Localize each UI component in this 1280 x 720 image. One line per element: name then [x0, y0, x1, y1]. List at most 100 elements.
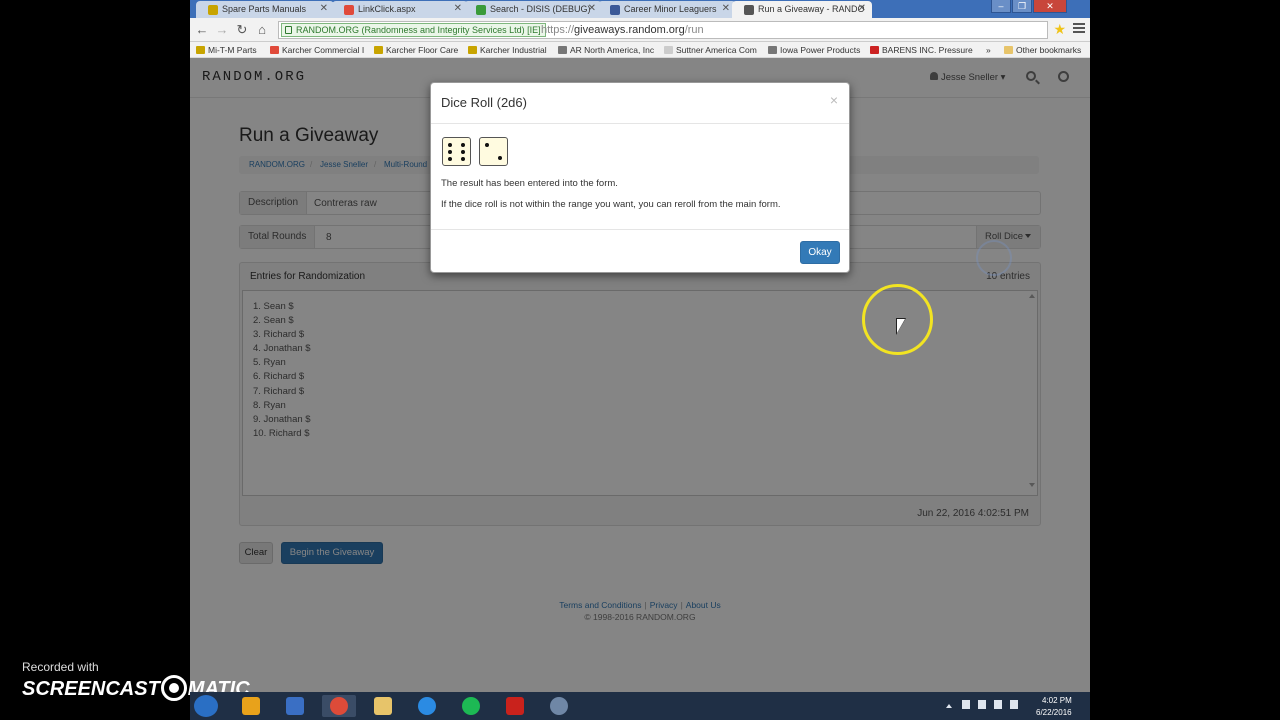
bookmark-favicon-icon [374, 46, 383, 54]
modal-header: Dice Roll (2d6) × [431, 83, 849, 124]
modal-reroll-hint: If the dice roll is not within the range… [441, 199, 781, 210]
tab-run-a-giveaway[interactable]: Run a Giveaway - RANDO ✕ [732, 1, 872, 18]
die-two-icon [479, 137, 508, 166]
browser-toolbar: ← → ↻ ⌂ RANDOM.ORG (Randomness and Integ… [190, 18, 1090, 42]
screencast-icon[interactable] [542, 695, 576, 717]
okay-button[interactable]: Okay [800, 241, 840, 264]
other-bookmarks-folder[interactable]: Other bookmarks [1004, 45, 1081, 55]
internet-explorer-icon[interactable] [410, 695, 444, 717]
tab-spare-parts[interactable]: Spare Parts Manuals ✕ [196, 1, 334, 18]
reload-icon[interactable]: ↻ [234, 22, 250, 38]
app-glyph [550, 697, 568, 715]
volume-icon[interactable] [1010, 700, 1018, 709]
tab-career-minor-leaguers[interactable]: Career Minor Leaguers ✕ [598, 1, 736, 18]
die-pip [448, 150, 452, 154]
screen: Spare Parts Manuals ✕ LinkClick.aspx ✕ S… [0, 0, 1280, 720]
bookmark-favicon-icon [468, 46, 477, 54]
tab-close-icon[interactable]: ✕ [454, 3, 462, 14]
die-pip [448, 143, 452, 147]
die-pip [485, 143, 489, 147]
modal-result-text: The result has been entered into the for… [441, 178, 618, 189]
bookmark-ar-north-america[interactable]: AR North America, Inc [558, 45, 654, 55]
flag-icon[interactable] [978, 700, 986, 709]
tab-linkclick[interactable]: LinkClick.aspx ✕ [332, 1, 468, 18]
tab-disis-search[interactable]: Search - DISIS (DEBUG) ✕ [464, 1, 602, 18]
system-tray: 4:02 PM 6/22/2016 [940, 692, 1090, 720]
tab-close-icon[interactable]: ✕ [588, 3, 596, 14]
tab-strip: Spare Parts Manuals ✕ LinkClick.aspx ✕ S… [190, 0, 1090, 18]
bookmark-favicon-icon [870, 46, 879, 54]
show-hidden-icons-icon[interactable] [946, 704, 952, 708]
bookmark-favicon-icon [558, 46, 567, 54]
bookmark-karcher-commercial[interactable]: Karcher Commercial I [270, 45, 364, 55]
windows-start-icon[interactable] [194, 695, 218, 717]
record-button-icon [160, 674, 187, 701]
minimize-icon[interactable]: – [991, 0, 1011, 13]
outlook-tasks-icon[interactable] [278, 695, 312, 717]
ev-certificate-badge[interactable]: RANDOM.ORG (Randomness and Integrity Ser… [281, 23, 546, 37]
favicon-icon [208, 5, 218, 15]
die-pip [461, 157, 465, 161]
folder-icon [1004, 46, 1013, 54]
monitor-icon[interactable] [994, 700, 1002, 709]
acrobat-icon[interactable] [498, 695, 532, 717]
home-icon[interactable]: ⌂ [254, 22, 270, 38]
close-icon[interactable]: × [830, 92, 838, 108]
favicon-icon [344, 5, 354, 15]
bookmark-favicon-icon [664, 46, 673, 54]
bookmark-favicon-icon [768, 46, 777, 54]
restore-icon[interactable]: ❐ [1012, 0, 1032, 13]
tab-close-icon[interactable]: ✕ [722, 3, 730, 14]
lock-icon [285, 26, 292, 34]
bookmark-iowa-power-products[interactable]: Iowa Power Products [768, 45, 860, 55]
app-glyph [330, 697, 348, 715]
modal-title: Dice Roll (2d6) [441, 95, 527, 110]
app-glyph [374, 697, 392, 715]
file-explorer-icon[interactable] [366, 695, 400, 717]
mouse-cursor-fill [897, 319, 905, 333]
browser-window: Spare Parts Manuals ✕ LinkClick.aspx ✕ S… [190, 0, 1090, 692]
bookmark-karcher-floor-care[interactable]: Karcher Floor Care [374, 45, 458, 55]
favicon-icon [476, 5, 486, 15]
close-window-icon[interactable]: ✕ [1033, 0, 1067, 13]
taskbar: 4:02 PM 6/22/2016 [190, 692, 1090, 720]
dice-roll-modal: Dice Roll (2d6) × The result has been en… [430, 82, 850, 273]
bookmark-suttner-america[interactable]: Suttner America Com [664, 45, 757, 55]
bookmarks-bar: Mi-T-M Parts Karcher Commercial I Karche… [190, 42, 1090, 58]
loading-spinner-icon [976, 240, 1012, 276]
modal-footer-divider [431, 229, 849, 230]
recorded-with-label: Recorded with [22, 660, 99, 674]
web-page: RANDOM.ORG Jesse Sneller ▾ Run a Giveawa… [190, 58, 1090, 692]
forward-icon[interactable]: → [214, 22, 230, 38]
chrome-icon[interactable] [322, 695, 356, 717]
tab-close-icon[interactable]: ✕ [858, 3, 866, 14]
app-glyph [418, 697, 436, 715]
tab-close-icon[interactable]: ✕ [320, 3, 328, 14]
bookmarks-overflow-chevron-icon[interactable]: » [976, 45, 991, 55]
hamburger-menu-icon[interactable] [1073, 22, 1085, 34]
spotify-icon[interactable] [454, 695, 488, 717]
back-icon[interactable]: ← [194, 22, 210, 38]
die-pip [498, 156, 502, 160]
windows-icon[interactable] [962, 700, 970, 709]
outlook-icon[interactable] [234, 695, 268, 717]
bookmark-karcher-industrial[interactable]: Karcher Industrial [468, 45, 547, 55]
die-pip [461, 143, 465, 147]
app-glyph [462, 697, 480, 715]
bookmark-star-icon[interactable]: ★ [1053, 21, 1066, 38]
clock-time[interactable]: 4:02 PM [1042, 696, 1072, 705]
bookmark-barens-inc[interactable]: BARENS INC. Pressure [870, 45, 973, 55]
die-pip [461, 150, 465, 154]
favicon-icon [610, 5, 620, 15]
app-glyph [242, 697, 260, 715]
bookmark-favicon-icon [196, 46, 205, 54]
bookmark-mitm-parts[interactable]: Mi-T-M Parts [196, 45, 257, 55]
clock-date[interactable]: 6/22/2016 [1036, 708, 1072, 717]
url-text: https://giveaways.random.org/run [541, 24, 704, 36]
bookmark-favicon-icon [270, 46, 279, 54]
die-pip [448, 157, 452, 161]
app-glyph [286, 697, 304, 715]
address-bar[interactable]: RANDOM.ORG (Randomness and Integrity Ser… [278, 21, 1048, 39]
die-six-icon [442, 137, 471, 166]
random-org-favicon-icon [744, 5, 754, 15]
